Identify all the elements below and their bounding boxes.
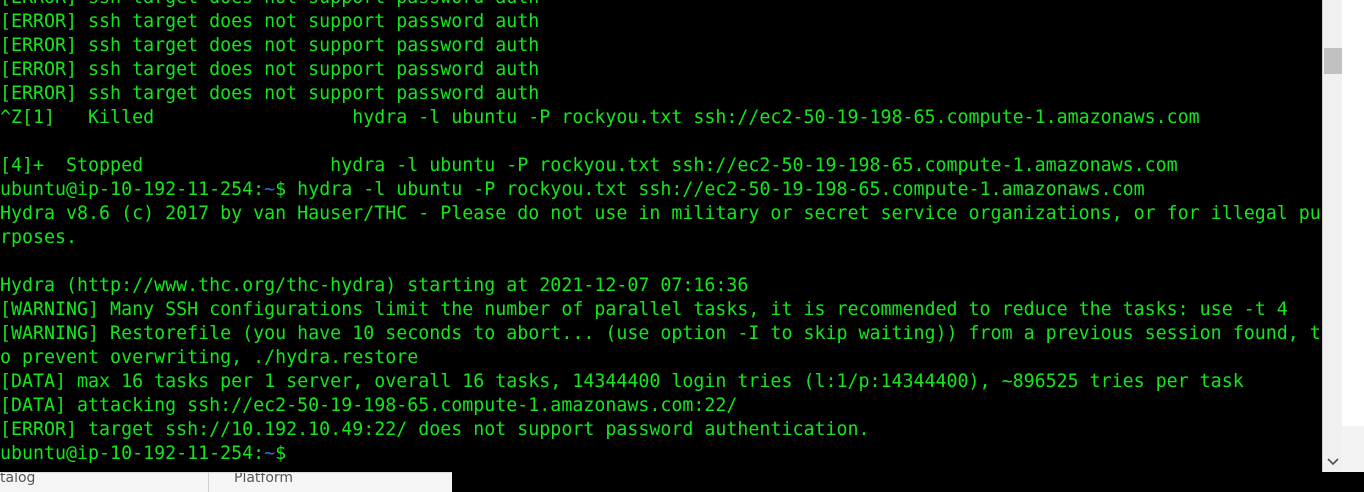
prompt-user-host: ubuntu@ip-10-192-11-254: bbox=[0, 443, 265, 464]
terminal-output[interactable]: [ERROR] ssh target does not support pass… bbox=[0, 0, 1321, 466]
terminal-line: [ERROR] ssh target does not support pass… bbox=[0, 83, 540, 104]
terminal-line: [WARNING] Many SSH configurations limit … bbox=[0, 299, 1288, 320]
scroll-down-button[interactable] bbox=[1323, 452, 1342, 472]
background-platform-tab[interactable]: Platform bbox=[234, 473, 293, 486]
prompt-directory: ~ bbox=[264, 179, 276, 200]
tab-divider bbox=[208, 473, 209, 492]
prompt-command: $ bbox=[275, 443, 287, 464]
chevron-down-icon bbox=[1326, 458, 1339, 466]
terminal-line: Hydra (http://www.thc.org/thc-hydra) sta… bbox=[0, 275, 749, 296]
terminal-line: [WARNING] Restorefile (you have 10 secon… bbox=[0, 323, 1321, 344]
terminal-line: [4]+ Stopped hydra -l ubuntu -P rockyou.… bbox=[0, 155, 1178, 176]
background-app-strip: talog Platform bbox=[0, 472, 452, 492]
prompt-command: $ hydra -l ubuntu -P rockyou.txt ssh://e… bbox=[275, 179, 1145, 200]
terminal-line: [DATA] max 16 tasks per 1 server, overal… bbox=[0, 371, 1244, 392]
terminal-line: ubuntu@ip-10-192-11-254:~$ bbox=[0, 442, 1321, 466]
terminal-line: ubuntu@ip-10-192-11-254:~$ hydra -l ubun… bbox=[0, 178, 1321, 202]
terminal-line: [ERROR] target ssh://10.192.10.49:22/ do… bbox=[0, 419, 870, 440]
background-catalog-label[interactable]: talog bbox=[0, 473, 35, 486]
terminal-scrollbar[interactable] bbox=[1322, 0, 1342, 472]
terminal-line: ^Z[1] Killed hydra -l ubuntu -P rockyou.… bbox=[0, 107, 1200, 128]
terminal-window[interactable]: [ERROR] ssh target does not support pass… bbox=[0, 0, 1322, 472]
terminal-line: [ERROR] ssh target does not support pass… bbox=[0, 35, 540, 56]
prompt-directory: ~ bbox=[264, 443, 276, 464]
terminal-line: [ERROR] ssh target does not support pass… bbox=[0, 0, 1321, 10]
background-window-edge-lower bbox=[1342, 426, 1364, 472]
terminal-line: rposes. bbox=[0, 227, 78, 248]
background-window-edge bbox=[1342, 0, 1364, 426]
terminal-line: [DATA] attacking ssh://ec2-50-19-198-65.… bbox=[0, 395, 738, 416]
prompt-user-host: ubuntu@ip-10-192-11-254: bbox=[0, 179, 265, 200]
terminal-line: [ERROR] ssh target does not support pass… bbox=[0, 59, 540, 80]
terminal-line: o prevent overwriting, ./hydra.restore bbox=[0, 347, 419, 368]
terminal-line: Hydra v8.6 (c) 2017 by van Hauser/THC - … bbox=[0, 203, 1321, 224]
scrollbar-thumb[interactable] bbox=[1324, 48, 1342, 74]
terminal-line: [ERROR] ssh target does not support pass… bbox=[0, 11, 540, 32]
